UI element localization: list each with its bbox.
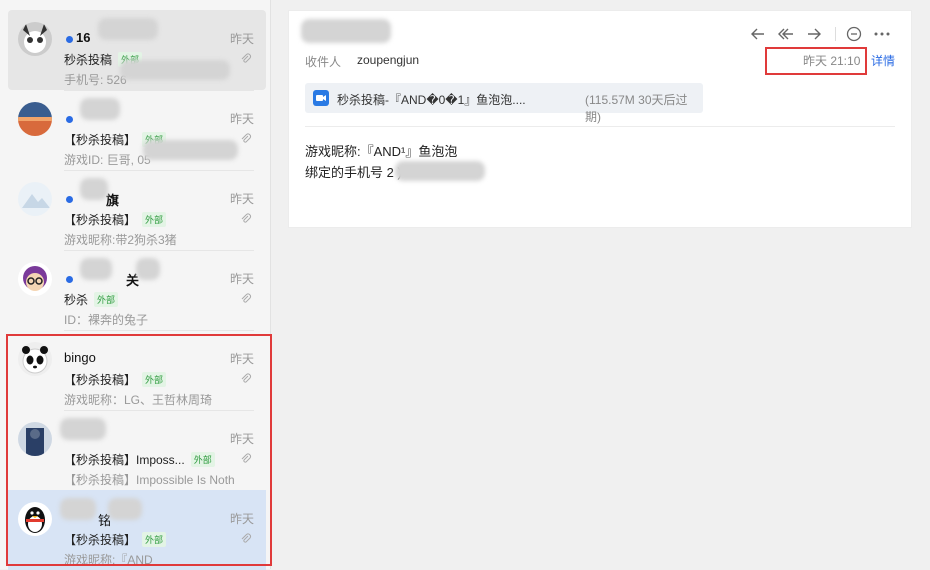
attachment-clip-icon — [241, 133, 251, 143]
sender-name: 16 — [76, 30, 91, 45]
attachment-clip-icon — [241, 213, 251, 223]
details-link[interactable]: 详情 — [871, 52, 895, 69]
message-detail-panel: 收件人 zoupengjun 昨天 21:10 详情 秒杀投稿-『AND�0�1… — [288, 10, 912, 228]
message-time: 昨天 — [229, 272, 254, 286]
unread-dot — [66, 36, 73, 43]
attachment-clip-icon — [241, 293, 251, 303]
reply-all-icon[interactable] — [777, 25, 795, 43]
subject-text: 【秒杀投稿】 — [64, 213, 137, 227]
body-text-line: 绑定的手机号 2 ) — [305, 165, 402, 180]
highlight-box — [6, 334, 272, 566]
forward-icon[interactable] — [805, 25, 823, 43]
recipient-label: 收件人 — [305, 55, 342, 69]
divider — [305, 126, 895, 127]
highlight-box — [765, 47, 867, 75]
subject-text: 秒杀投稿 — [64, 53, 113, 67]
phone-redacted — [395, 161, 485, 181]
attachment-meta: (115.57M 30天后过期) — [585, 93, 688, 124]
body-text-line: 游戏昵称:『AND¹』鱼泡泡 — [305, 144, 458, 159]
message-time: 昨天 — [229, 112, 254, 126]
message-subject: 【秒杀投稿】外部 — [64, 211, 167, 228]
unread-dot — [66, 276, 73, 283]
message-preview: 游戏昵称:带2狗杀3猪 — [64, 233, 177, 247]
attachment-name: 秒杀投稿-『AND�0�1』鱼泡泡.... — [337, 93, 526, 107]
subject-text: 【秒杀投稿】 — [64, 133, 137, 147]
comment-icon[interactable] — [845, 25, 863, 43]
message-subject: 秒杀 外部 — [64, 291, 119, 308]
external-badge: 外部 — [94, 292, 119, 307]
list-item[interactable]: 旗 昨天 【秒杀投稿】 外部 游戏昵称:带2狗杀3猪 — [8, 170, 266, 250]
attachment-clip-icon — [241, 53, 251, 63]
unread-dot — [66, 196, 73, 203]
video-file-icon — [313, 90, 329, 106]
message-preview: ID：裸奔的兔子 — [64, 313, 149, 327]
avatar — [18, 182, 52, 216]
more-icon[interactable] — [873, 25, 891, 43]
list-item[interactable]: 16 昨天 秒杀投稿外部 手机号: 526 — [8, 10, 266, 90]
reply-icon[interactable] — [749, 25, 767, 43]
subject-redacted — [301, 19, 391, 43]
list-item[interactable]: 关 昨天 秒杀 外部 ID：裸奔的兔子 — [8, 250, 266, 330]
attachment-chip[interactable]: 秒杀投稿-『AND�0�1』鱼泡泡.... (115.57M 30天后过期) — [305, 83, 703, 124]
avatar — [18, 262, 52, 296]
message-time: 昨天 — [229, 192, 254, 206]
subject-text: 秒杀 — [64, 293, 89, 307]
list-item[interactable]: 昨天 【秒杀投稿】外部 游戏ID: 巨哥, 05 — [8, 90, 266, 170]
avatar — [18, 102, 52, 136]
recipient-value[interactable]: zoupengjun — [357, 53, 419, 67]
unread-dot — [66, 116, 73, 123]
message-list: 16 昨天 秒杀投稿外部 手机号: 526 昨天 【秒杀投稿】外部 游戏ID: … — [0, 0, 272, 570]
message-time: 昨天 — [229, 32, 254, 46]
external-badge: 外部 — [142, 212, 167, 227]
avatar — [18, 22, 52, 56]
